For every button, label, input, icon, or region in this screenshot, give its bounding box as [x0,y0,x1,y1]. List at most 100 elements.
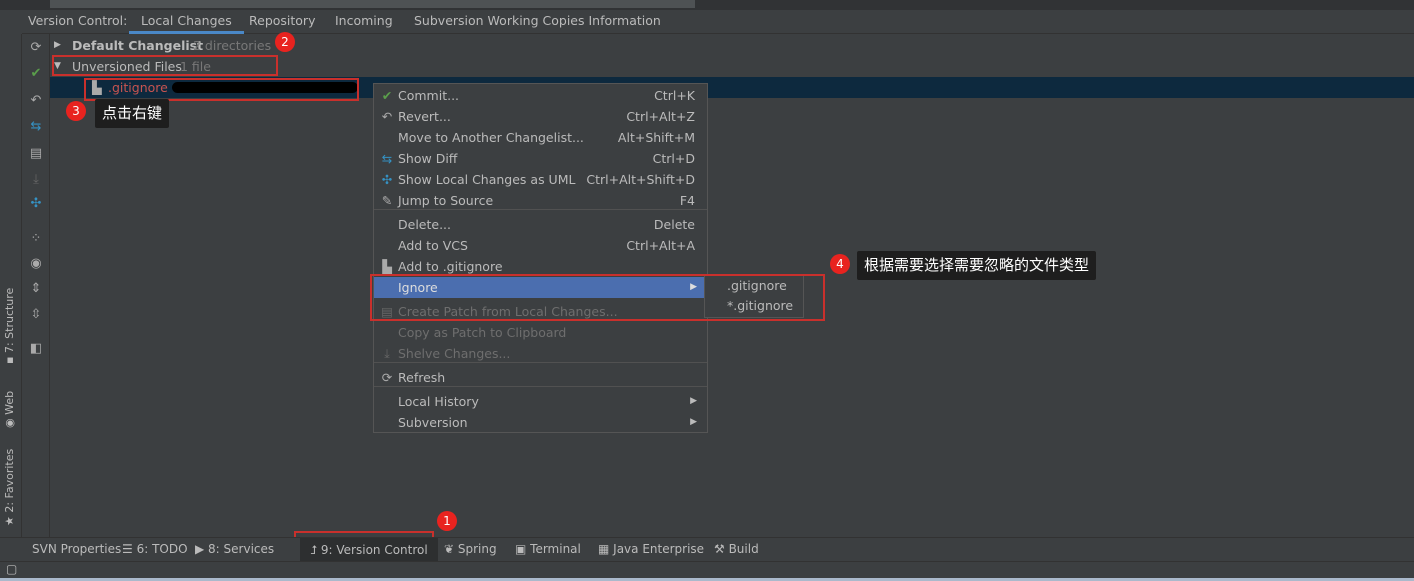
annotation-tip-right-click: 点击右键 [95,99,170,128]
top-strip [0,0,1414,10]
menu-item-refresh[interactable]: ⟳ Refresh [374,367,707,388]
tab-repository[interactable]: Repository [249,13,315,28]
annotation-box-file [84,78,359,101]
shelve-icon: ⤓ [384,346,390,361]
bottom-tab-spring[interactable]: ❦ Spring [444,542,497,556]
tab-local-changes[interactable]: Local Changes [129,13,244,34]
structure-icon: ▪ [3,353,16,364]
check-icon: ✔ [381,88,393,103]
show-diff-icon[interactable]: ⇆ [28,119,44,135]
annotation-badge-1: 1 [437,511,457,531]
bottom-tab-java-enterprise[interactable]: ▦ Java Enterprise [598,542,704,556]
bottom-tab-label: Spring [457,542,497,556]
menu-item-copy-as-patch-to-clipboard[interactable]: Copy as Patch to Clipboard [374,322,707,343]
bottom-tab-label: Terminal [530,542,581,556]
menu-item-show-diff[interactable]: ⇆ Show Diff Ctrl+D [374,148,707,169]
menu-item-shortcut: Ctrl+Alt+A [626,238,695,253]
menu-item-revert[interactable]: ↶ Revert... Ctrl+Alt+Z [374,106,707,127]
favorites-tab[interactable]: ★ 2: Favorites [3,449,16,526]
annotation-box-ignore [370,274,825,321]
annotation-tip-choose-ignore: 根据需要选择需要忽略的文件类型 [857,251,1097,280]
bottom-tab-terminal[interactable]: ▣ Terminal [515,542,581,556]
menu-item-label: Commit... [398,88,460,103]
collapse-all-icon[interactable]: ⇳ [28,307,44,323]
menu-item-shelve-changes[interactable]: ⤓ Shelve Changes... [374,343,707,364]
menu-item-label: Add to VCS [398,238,468,253]
star-icon: ★ [3,512,16,526]
bottom-tab-label: SVN Properties [32,542,122,556]
annotation-badge-3: 3 [66,101,86,121]
menu-item-label: Delete... [398,217,451,232]
java-enterprise-icon: ▦ [598,542,614,556]
menu-item-local-history[interactable]: Local History ▶ [374,391,707,412]
menu-item-label: Subversion [398,415,468,430]
bottom-tab-9-version-control[interactable]: ⮥ 9: Version Control [300,538,438,562]
menu-item-show-local-changes-as-uml[interactable]: ✣ Show Local Changes as UML Ctrl+Alt+Shift… [374,169,707,190]
menu-item-shortcut: Ctrl+D [652,151,695,166]
uml-icon[interactable]: ✣ [28,196,44,212]
changes-toolbar: ⟳ ✔ ↶ ⇆ ▤ ⤓ ✣ ⁘ ◉ ⇕ ⇳ ◧ [22,34,50,537]
bottom-tab-6-todo[interactable]: ☰ 6: TODO [122,542,188,556]
menu-item-jump-to-source[interactable]: ✎ Jump to Source F4 [374,190,707,211]
web-tab[interactable]: ◉ Web [3,391,16,428]
menu-item-label: Shelve Changes... [398,346,511,361]
menu-item-label: Move to Another Changelist... [398,130,584,145]
annotation-badge-4: 4 [830,254,850,274]
download-icon[interactable]: ⤓ [28,172,44,188]
bottom-tab-label: Java Enterprise [613,542,705,556]
editor-tab-strip [50,0,695,8]
bottom-tab-svn-properties[interactable]: SVN Properties [32,542,121,556]
bottom-tool-bar: SVN Properties ☰ 6: TODO ▶ 8: Services ⮥ 9:… [0,537,1414,562]
menu-item-label: Refresh [398,370,446,385]
bottom-tab-label: Build [728,542,759,556]
uml-icon: ✣ [381,172,393,187]
chevron-right-icon[interactable]: ▶ [54,35,61,56]
revert-icon[interactable]: ↶ [28,93,44,109]
refresh-icon: ⟳ [381,370,393,385]
menu-item-subversion[interactable]: Subversion ▶ [374,412,707,433]
menu-item-commit[interactable]: ✔ Commit... Ctrl+K [374,85,707,106]
left-tool-stripe: ▪ 7: Structure ◉ Web ★ 2: Favorites [0,34,22,537]
menu-item-move-to-another-changelist[interactable]: Move to Another Changelist... Alt+Shift+M [374,127,707,148]
menu-item-label: Copy as Patch to Clipboard [398,325,567,340]
edit-icon: ✎ [381,193,393,208]
menu-item-shortcut: Ctrl+Alt+Shift+D [586,172,695,187]
hammer-icon: ⚒ [714,542,729,556]
context-menu: ✔ Commit... Ctrl+K ↶ Revert... Ctrl+Alt+Z Move… [373,83,708,433]
menu-item-shortcut: Alt+Shift+M [617,130,695,145]
version-control-tabs: Version Control: Local Changes Repositor… [22,10,1414,34]
menu-item-label: Jump to Source [398,193,494,208]
annotation-badge-2: 2 [275,32,295,52]
bottom-tab-label: 9: Version Control [320,543,428,557]
terminal-icon: ▣ [515,542,531,556]
refresh-icon[interactable]: ⟳ [28,40,44,56]
tab-incoming[interactable]: Incoming [335,13,393,28]
bottom-tab-label: 6: TODO [136,542,188,556]
diff-icon: ⇆ [381,151,393,166]
structure-tab[interactable]: ▪ 7: Structure [3,288,16,364]
tab-svn-working-copies[interactable]: Subversion Working Copies Information [414,13,661,28]
bottom-tab-build[interactable]: ⚒ Build [714,542,759,556]
menu-item-shortcut: Delete [653,217,695,232]
commit-check-icon[interactable]: ✔ [28,66,44,82]
preview-icon[interactable]: ◧ [28,341,44,357]
spring-icon: ❦ [444,542,458,556]
eye-icon[interactable]: ◉ [28,256,44,272]
changelist-icon[interactable]: ▤ [28,146,44,162]
menu-item-add-to-vcs[interactable]: Add to VCS Ctrl+Alt+A [374,235,707,256]
services-icon: ▶ [195,542,209,556]
menu-item-shortcut: F4 [679,193,695,208]
menu-item-delete[interactable]: Delete... Delete [374,214,707,235]
menu-item-shortcut: Ctrl+Alt+Z [626,109,695,124]
group-icon[interactable]: ⁘ [28,231,44,247]
layout-toggle-icon[interactable]: ▢ [6,562,17,576]
bottom-tab-8-services[interactable]: ▶ 8: Services [195,542,274,556]
tree-node-default-changelist[interactable]: ▶ Default Changelist 2 directories [50,35,1414,56]
revert-icon: ↶ [381,109,393,124]
tool-window-title: Version Control: [28,13,128,28]
submenu-arrow-icon: ▶ [690,417,697,427]
menu-item-label: Revert... [398,109,451,124]
expand-all-icon[interactable]: ⇕ [28,281,44,297]
menu-item-shortcut: Ctrl+K [654,88,695,103]
menu-item-label: Local History [398,394,479,409]
